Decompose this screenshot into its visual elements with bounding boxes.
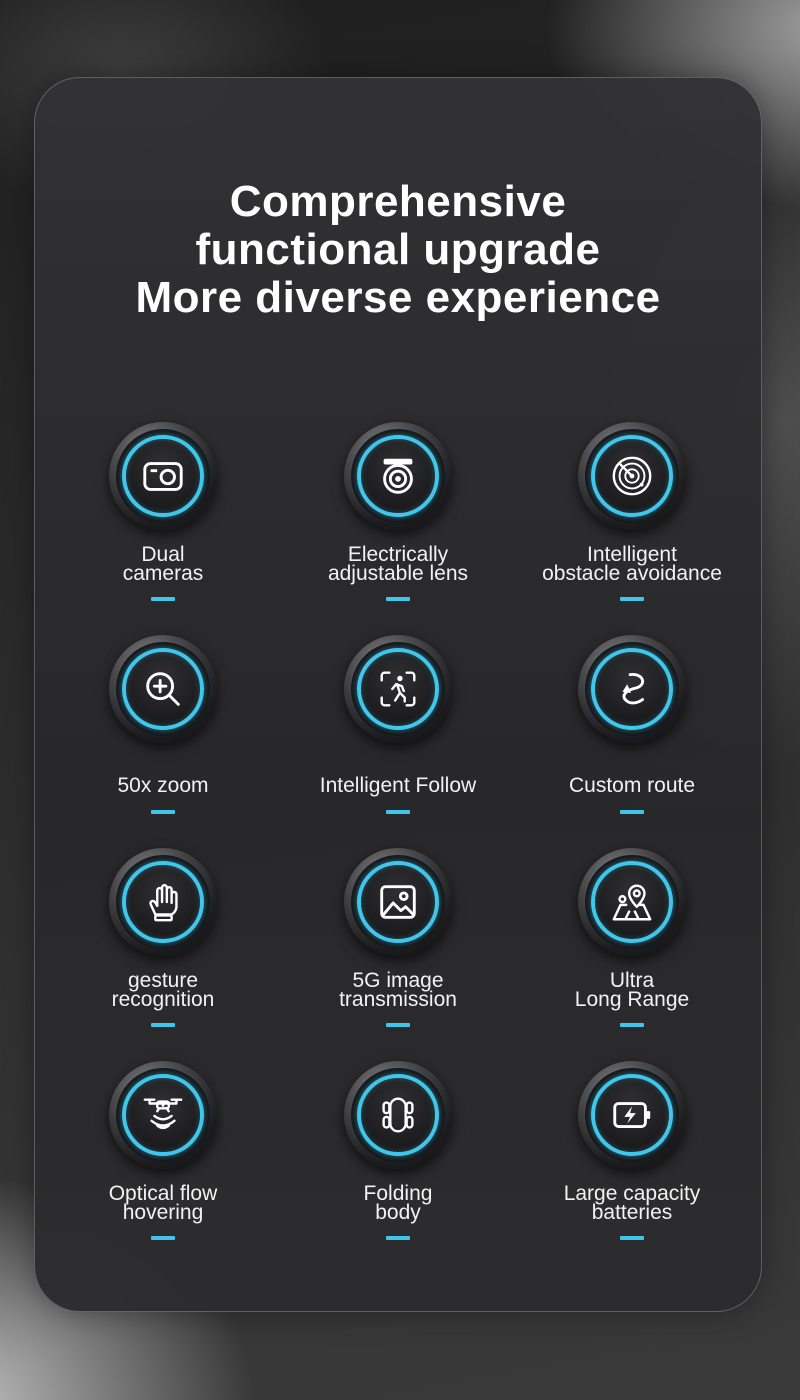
feature-large-batteries: Large capacity batteries [512,1061,752,1251]
label-line: recognition [111,988,215,1011]
page-title: Comprehensive functional upgrade More di… [34,178,762,322]
label-line: Long Range [574,988,690,1011]
label-line: cameras [122,562,204,585]
radar-icon [612,456,652,496]
label-line: body [375,1201,421,1224]
map-pin-icon [612,884,652,921]
folding-drone-icon [382,1097,414,1133]
title-line: functional upgrade [195,225,601,274]
feature-label: Folding body [278,1183,518,1224]
accent-dash [386,1236,410,1240]
label-line: batteries [591,1201,673,1224]
feature-adjustable-lens: Electrically adjustable lens [278,422,518,612]
feature-label: Custom route [512,774,752,797]
accent-dash [151,597,175,601]
feature-label: Large capacity batteries [512,1183,752,1224]
feature-label: Optical flow hovering [43,1183,283,1224]
drone-hover-icon [143,1098,183,1130]
label-line: Intelligent Follow [319,774,477,797]
feature-5g-transmission: 5G image transmission [278,848,518,1038]
feature-zoom: 50x zoom [43,635,283,825]
feature-badge [578,422,686,530]
label-line: adjustable lens [327,562,469,585]
accent-dash [151,1023,175,1027]
camera-icon [143,462,183,491]
feature-label: Intelligent obstacle avoidance [512,544,752,585]
follow-icon [380,671,416,707]
accent-dash [386,1023,410,1027]
feature-obstacle-avoidance: Intelligent obstacle avoidance [512,422,752,612]
feature-badge [109,848,217,956]
feature-badge [344,1061,452,1169]
feature-badge [344,848,452,956]
feature-label: gesture recognition [43,970,283,1011]
feature-dual-cameras: Dual cameras [43,422,283,612]
route-icon [622,673,645,705]
feature-folding-body: Folding body [278,1061,518,1251]
feature-gesture-recognition: gesture recognition [43,848,283,1038]
feature-badge [578,635,686,743]
accent-dash [620,810,644,814]
feature-badge [578,1061,686,1169]
hand-gesture-icon [149,884,178,922]
accent-dash [386,810,410,814]
label-line: 50x zoom [117,774,209,797]
accent-dash [151,810,175,814]
feature-badge [109,1061,217,1169]
feature-label: Ultra Long Range [512,970,752,1011]
feature-label: 5G image transmission [278,970,518,1011]
feature-label: 50x zoom [43,774,283,797]
accent-dash [620,1023,644,1027]
label-line: Custom route [568,774,696,797]
feature-custom-route: Custom route [512,635,752,825]
accent-dash [620,1236,644,1240]
feature-optical-flow: Optical flow hovering [43,1061,283,1251]
feature-intelligent-follow: Intelligent Follow [278,635,518,825]
feature-badge [344,422,452,530]
feature-label: Dual cameras [43,544,283,585]
feature-long-range: Ultra Long Range [512,848,752,1038]
feature-badge [578,848,686,956]
label-line: transmission [339,988,457,1011]
feature-badge [344,635,452,743]
zoom-icon [146,672,180,706]
label-line: hovering [122,1201,204,1224]
accent-dash [151,1236,175,1240]
title-line: More diverse experience [135,273,661,322]
image-icon [380,885,416,919]
feature-label: Intelligent Follow [278,774,518,797]
label-line: obstacle avoidance [542,562,722,585]
feature-badge [109,635,217,743]
accent-dash [620,597,644,601]
feature-label: Electrically adjustable lens [278,544,518,585]
lens-icon [383,458,413,494]
accent-dash [386,597,410,601]
battery-icon [613,1102,651,1128]
feature-badge [109,422,217,530]
title-line: Comprehensive [229,177,567,226]
